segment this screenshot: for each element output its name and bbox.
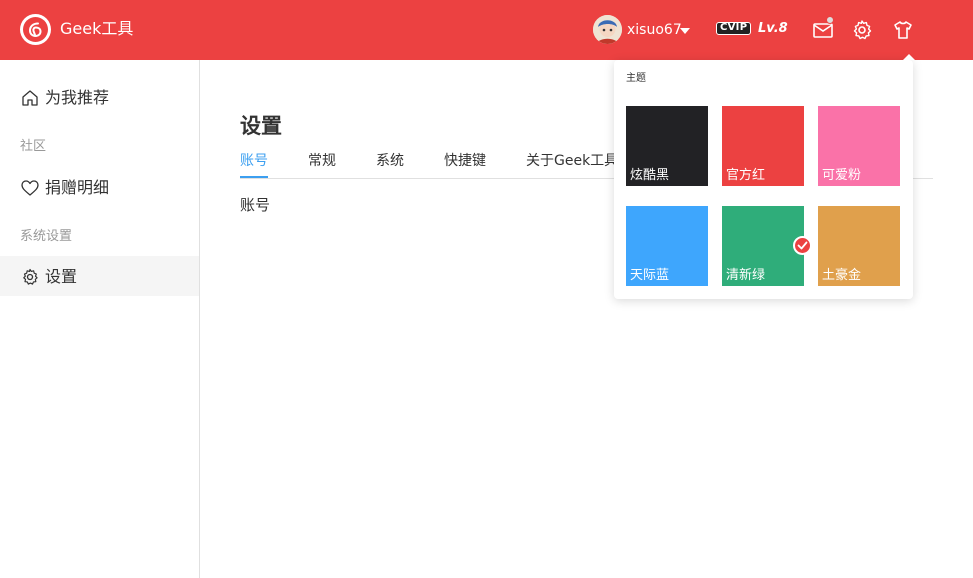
popover-title: 主题 [626, 73, 646, 84]
theme-swatch-blue[interactable]: 天际蓝 [626, 206, 708, 286]
selected-check-icon [793, 236, 812, 255]
notification-dot [826, 16, 834, 24]
page-title: 设置 [240, 114, 282, 138]
tshirt-icon[interactable] [891, 18, 915, 42]
theme-name: 清新绿 [726, 268, 766, 283]
sidebar-item-label: 为我推荐 [45, 88, 110, 107]
theme-name: 可爱粉 [822, 168, 862, 183]
theme-swatch-pink[interactable]: 可爱粉 [818, 106, 900, 186]
sidebar-section-community: 社区 [20, 139, 47, 154]
tab-system[interactable]: 系统 [376, 152, 404, 170]
theme-name: 官方红 [726, 168, 766, 183]
vip-badge: CVIP [716, 22, 752, 35]
theme-name: 炫酷黑 [630, 168, 670, 183]
gear-icon [23, 268, 38, 285]
caret-down-icon[interactable] [680, 28, 690, 34]
gear-icon[interactable] [850, 18, 874, 42]
sidebar-item-settings[interactable]: 设置 [0, 256, 199, 296]
section-heading-account: 账号 [240, 196, 271, 214]
user-level: Lv.8 [758, 21, 788, 36]
username[interactable]: xisuo67 [627, 21, 682, 39]
mail-icon[interactable] [811, 16, 835, 42]
sidebar-item-recommend[interactable]: 为我推荐 [0, 77, 199, 117]
active-tab-indicator [240, 176, 268, 178]
theme-swatch-black[interactable]: 炫酷黑 [626, 106, 708, 186]
sidebar: 为我推荐 社区 捐赠明细 系统设置 设置 [0, 60, 200, 578]
tab-account[interactable]: 账号 [240, 152, 268, 170]
sidebar-item-donations[interactable]: 捐赠明细 [0, 167, 199, 207]
theme-popover: 主题 炫酷黑 官方红 可爱粉 天际蓝 清新绿 土豪金 [614, 54, 915, 299]
top-bar: Geek工具 xisuo67 CVIP Lv.8 [0, 0, 973, 60]
theme-swatch-green[interactable]: 清新绿 [722, 206, 804, 286]
theme-swatch-gold[interactable]: 土豪金 [818, 206, 900, 286]
theme-name: 土豪金 [822, 268, 862, 283]
heart-icon [21, 180, 39, 196]
popover-arrow [903, 54, 915, 60]
theme-name: 天际蓝 [630, 268, 670, 283]
sidebar-item-label: 捐赠明细 [45, 178, 110, 197]
avatar[interactable] [593, 15, 622, 44]
sidebar-item-label: 设置 [45, 267, 78, 286]
tab-shortcuts[interactable]: 快捷键 [444, 152, 486, 170]
app-title: Geek工具 [60, 19, 134, 38]
tab-about[interactable]: 关于Geek工具 [526, 152, 618, 170]
theme-swatch-red[interactable]: 官方红 [722, 106, 804, 186]
app-logo-icon[interactable] [20, 14, 51, 45]
sidebar-section-system: 系统设置 [20, 229, 73, 244]
tab-general[interactable]: 常规 [308, 152, 336, 170]
home-icon [22, 90, 38, 106]
